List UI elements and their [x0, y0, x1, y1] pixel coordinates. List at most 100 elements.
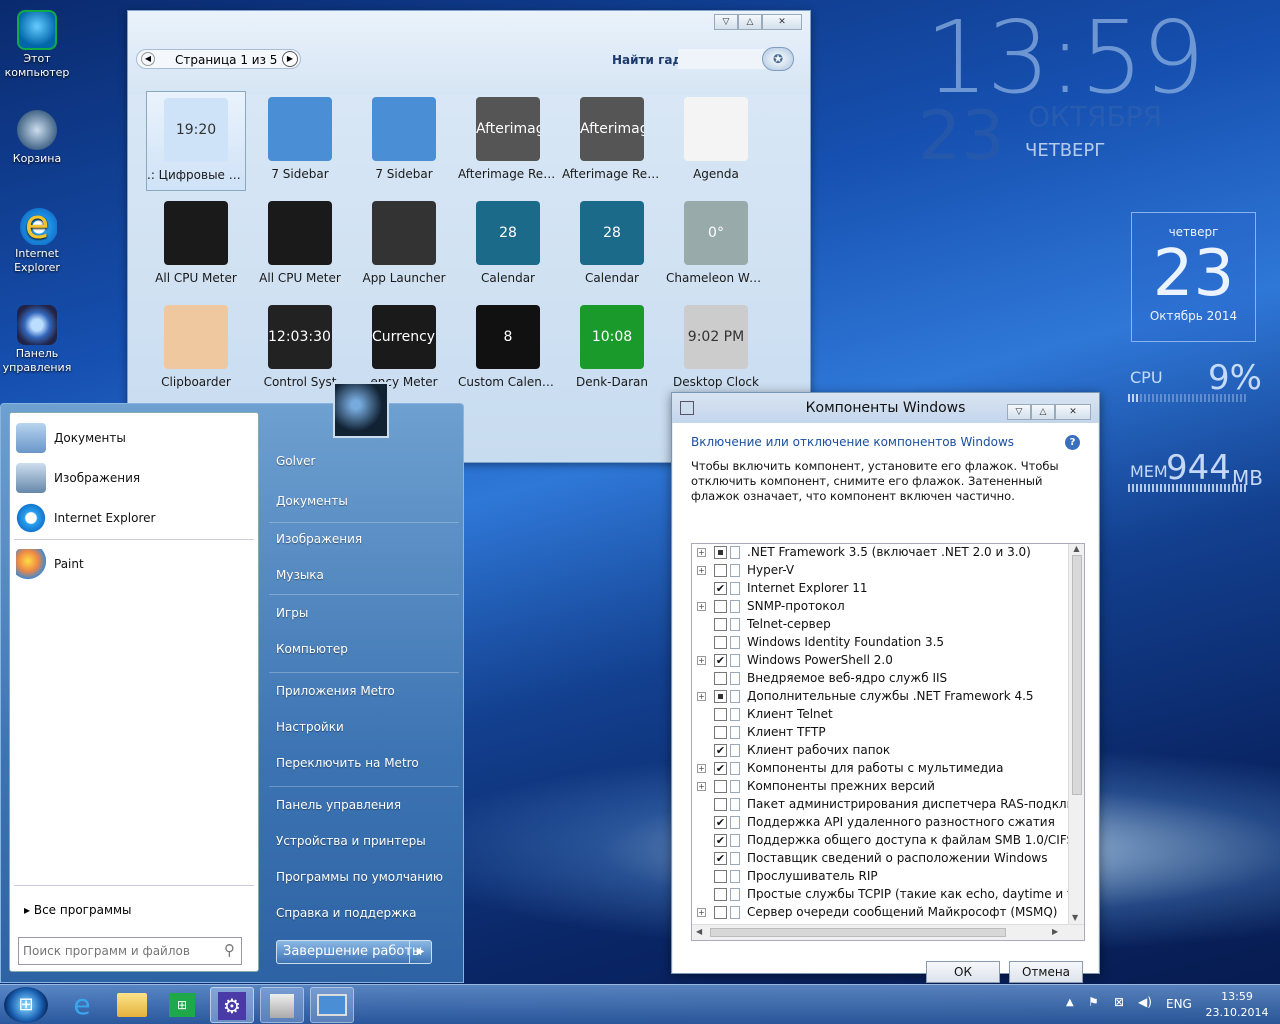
- minimize-icon[interactable]: ▽: [1007, 404, 1031, 420]
- gadget-item[interactable]: 28 Calendar: [458, 195, 558, 295]
- feature-row[interactable]: + Компоненты прежних версий: [692, 778, 1084, 796]
- pinned-documents[interactable]: Документы: [16, 421, 126, 455]
- feature-checkbox[interactable]: [714, 546, 727, 559]
- feature-checkbox[interactable]: ✔: [714, 744, 727, 757]
- desktop-icon-this-pc[interactable]: Этот компьютер: [2, 10, 72, 80]
- gadget-item[interactable]: 0° Chameleon We...: [666, 195, 766, 295]
- next-page-icon[interactable]: ▶: [282, 51, 298, 67]
- gadget-item[interactable]: 28 Calendar: [562, 195, 662, 295]
- feature-checkbox[interactable]: [714, 708, 727, 721]
- gadget-item[interactable]: Afterimage Afterimage Res...: [562, 91, 662, 191]
- feature-row[interactable]: Прослушиватель RIP: [692, 868, 1084, 886]
- start-button[interactable]: ⊞: [4, 987, 48, 1023]
- start-menu-link[interactable]: Компьютер: [276, 642, 348, 656]
- close-icon[interactable]: ✕: [1055, 404, 1091, 420]
- user-name-link[interactable]: Golver: [276, 454, 315, 468]
- feature-checkbox[interactable]: ✔: [714, 762, 727, 775]
- feature-row[interactable]: + ✔ Компоненты для работы с мультимедиа: [692, 760, 1084, 778]
- pinned-paint[interactable]: Paint: [16, 547, 84, 581]
- feature-checkbox[interactable]: ✔: [714, 834, 727, 847]
- feature-checkbox[interactable]: [714, 780, 727, 793]
- scrollbar-thumb[interactable]: [710, 928, 1006, 937]
- all-programs-link[interactable]: ▸ Все программы: [24, 903, 132, 917]
- feature-checkbox[interactable]: [714, 636, 727, 649]
- chevron-right-icon[interactable]: ▶: [409, 941, 431, 963]
- expand-icon[interactable]: +: [697, 782, 706, 791]
- gadget-item[interactable]: All CPU Meter: [146, 195, 246, 295]
- expand-icon[interactable]: +: [697, 764, 706, 773]
- feature-row[interactable]: Telnet-сервер: [692, 616, 1084, 634]
- start-menu-link[interactable]: Изображения: [276, 532, 362, 546]
- feature-row[interactable]: + ✔ Windows PowerShell 2.0: [692, 652, 1084, 670]
- taskbar-components[interactable]: [260, 987, 304, 1023]
- help-icon[interactable]: ?: [1065, 435, 1080, 450]
- ok-button[interactable]: ОК: [926, 961, 1000, 983]
- chevron-down-icon[interactable]: ▼: [1072, 913, 1078, 922]
- feature-checkbox[interactable]: ✔: [714, 654, 727, 667]
- expand-icon[interactable]: +: [697, 602, 706, 611]
- volume-icon[interactable]: ◀): [1138, 995, 1152, 1009]
- expand-icon[interactable]: +: [697, 548, 706, 557]
- start-menu-link[interactable]: Переключить на Metro: [276, 756, 419, 770]
- feature-row[interactable]: Пакет администрирования диспетчера RAS-п…: [692, 796, 1084, 814]
- gadget-item[interactable]: 10:08 Denk-Daran: [562, 299, 662, 399]
- prev-page-icon[interactable]: ◀: [141, 52, 155, 66]
- gadget-item[interactable]: Agenda: [666, 91, 766, 191]
- cancel-button[interactable]: Отмена: [1009, 961, 1083, 983]
- feature-row[interactable]: ✔ Клиент рабочих папок: [692, 742, 1084, 760]
- taskbar-desktop[interactable]: [310, 987, 354, 1023]
- gadget-item[interactable]: App Launcher: [354, 195, 454, 295]
- start-menu-link[interactable]: Справка и поддержка: [276, 906, 417, 920]
- taskbar-clock[interactable]: 13:59 23.10.2014: [1204, 989, 1270, 1021]
- flag-icon[interactable]: ⚑: [1088, 995, 1099, 1009]
- expand-icon[interactable]: +: [697, 656, 706, 665]
- feature-row[interactable]: ✔ Поддержка API удаленного разностного сж…: [692, 814, 1084, 832]
- gadget-item[interactable]: All CPU Meter: [250, 195, 350, 295]
- feature-checkbox[interactable]: [714, 600, 727, 613]
- pinned-pictures[interactable]: Изображения: [16, 461, 140, 495]
- feature-checkbox[interactable]: [714, 690, 727, 703]
- gadget-item[interactable]: 7 Sidebar: [354, 91, 454, 191]
- feature-checkbox[interactable]: [714, 798, 727, 811]
- desktop-icon-internet-explorer[interactable]: e Internet Explorer: [2, 205, 72, 275]
- feature-row[interactable]: + Hyper-V: [692, 562, 1084, 580]
- close-icon[interactable]: ✕: [762, 14, 802, 30]
- expand-icon[interactable]: +: [697, 692, 706, 701]
- start-menu-link[interactable]: Приложения Metro: [276, 684, 395, 698]
- feature-checkbox[interactable]: [714, 726, 727, 739]
- taskbar-internet-explorer[interactable]: e: [60, 987, 104, 1023]
- feature-checkbox[interactable]: [714, 618, 727, 631]
- pinned-internet-explorer[interactable]: Internet Explorer: [16, 501, 155, 535]
- gadget-item[interactable]: 8 Custom Calendar: [458, 299, 558, 399]
- network-icon[interactable]: ⊠: [1114, 995, 1124, 1009]
- feature-row[interactable]: ✔ Поставщик сведений о расположении Windo…: [692, 850, 1084, 868]
- chevron-up-icon[interactable]: △: [738, 14, 762, 30]
- feature-row[interactable]: ✔ Internet Explorer 11: [692, 580, 1084, 598]
- feature-row[interactable]: Windows Identity Foundation 3.5: [692, 634, 1084, 652]
- feature-checkbox[interactable]: [714, 870, 727, 883]
- start-menu-link[interactable]: Настройки: [276, 720, 344, 734]
- feature-checkbox[interactable]: ✔: [714, 582, 727, 595]
- chevron-up-icon[interactable]: ▲: [1069, 544, 1084, 553]
- feature-row[interactable]: + Дополнительные службы .NET Framework 4.…: [692, 688, 1084, 706]
- vertical-scrollbar[interactable]: ▲ ▼: [1068, 544, 1084, 924]
- start-menu-link[interactable]: Игры: [276, 606, 308, 620]
- gadget-item[interactable]: 9:02 PM Desktop Clock: [666, 299, 766, 399]
- shutdown-button[interactable]: Завершение работы ▶: [276, 940, 432, 964]
- scrollbar-thumb[interactable]: [1071, 555, 1082, 795]
- horizontal-scrollbar[interactable]: ◀ ▶: [692, 924, 1084, 940]
- chevron-down-icon[interactable]: ▽: [714, 14, 738, 30]
- user-avatar[interactable]: [333, 382, 389, 438]
- feature-checkbox[interactable]: [714, 906, 727, 919]
- gadget-item[interactable]: 19:20 .: Цифровые ча...: [146, 91, 246, 191]
- feature-row[interactable]: + SNMP-протокол: [692, 598, 1084, 616]
- feature-checkbox[interactable]: ✔: [714, 816, 727, 829]
- chevron-right-icon[interactable]: ▶: [1052, 927, 1058, 936]
- expand-icon[interactable]: +: [697, 908, 706, 917]
- feature-row[interactable]: Клиент TFTP: [692, 724, 1084, 742]
- expand-icon[interactable]: +: [697, 566, 706, 575]
- feature-checkbox[interactable]: [714, 672, 727, 685]
- maximize-icon[interactable]: △: [1031, 404, 1055, 420]
- feature-checkbox[interactable]: [714, 888, 727, 901]
- chevron-up-icon[interactable]: ▲: [1066, 997, 1074, 1008]
